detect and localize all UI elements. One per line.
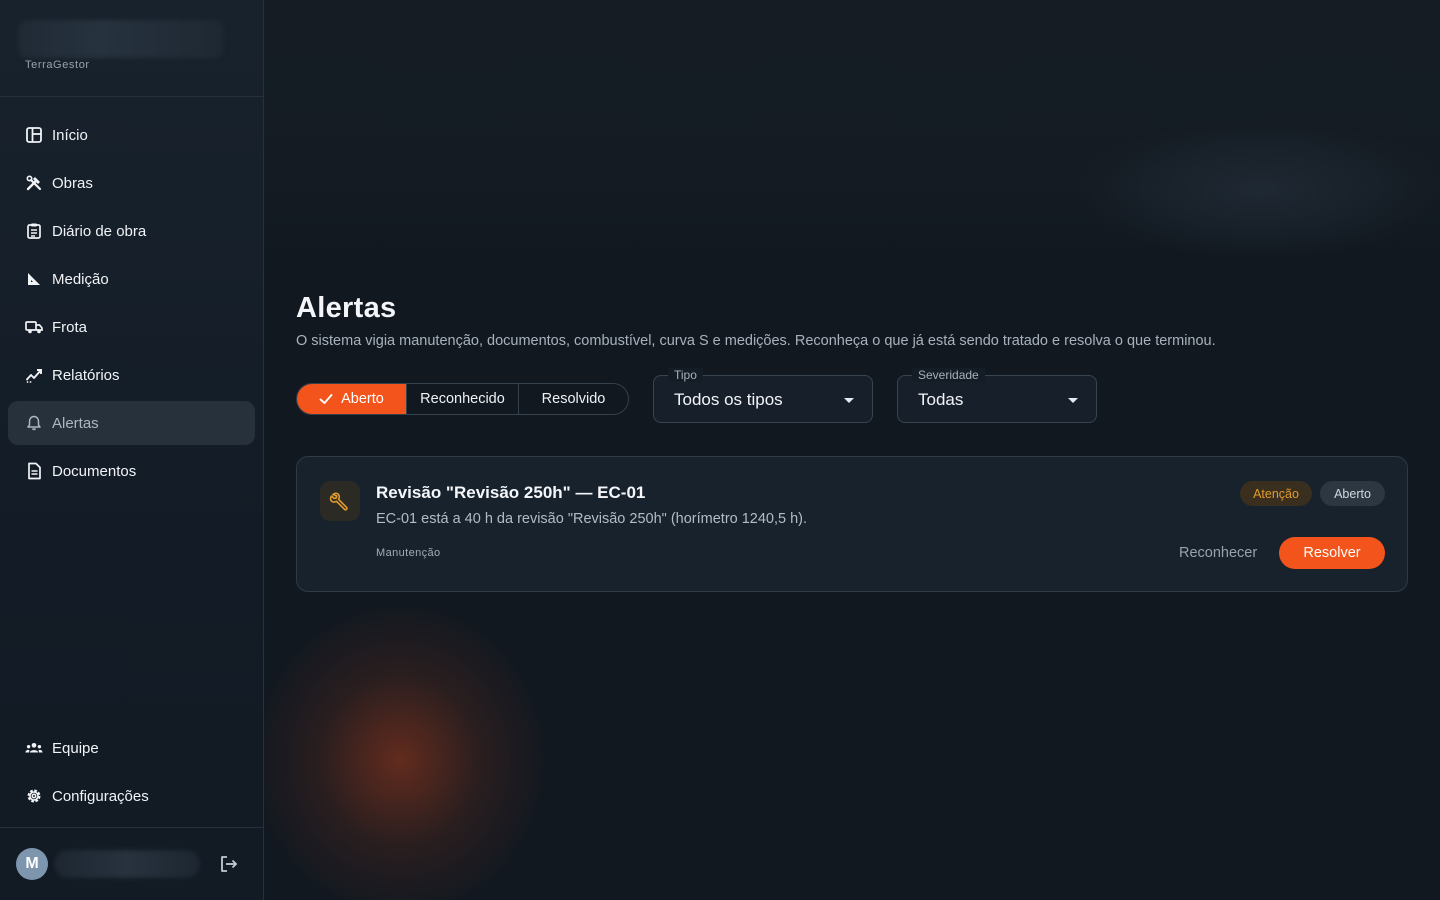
check-icon <box>319 394 333 404</box>
tipo-select[interactable]: Tipo Todos os tipos <box>653 368 873 423</box>
gear-icon <box>24 786 44 806</box>
team-icon <box>24 738 44 758</box>
sidebar-item-inicio[interactable]: Início <box>8 113 255 157</box>
alert-card: Revisão "Revisão 250h" — EC-01 EC-01 est… <box>296 456 1408 592</box>
sidebar-item-label: Alertas <box>52 414 99 432</box>
status-filter-toggle: Aberto Reconhecido Resolvido <box>296 383 629 415</box>
status-tab-resolvido[interactable]: Resolvido <box>519 384 628 414</box>
sidebar-nav: Início Obras Diário de obra Medição Frot… <box>0 97 263 493</box>
severidade-select-caption: Severidade <box>912 368 985 382</box>
page-title: Alertas <box>296 292 397 324</box>
status-tab-label: Resolvido <box>541 391 606 407</box>
sidebar-item-label: Medição <box>52 270 109 288</box>
logout-icon[interactable] <box>218 853 240 875</box>
sidebar-item-label: Configurações <box>52 787 149 805</box>
bell-icon <box>24 413 44 433</box>
avatar[interactable]: M <box>16 848 48 880</box>
caret-down-icon <box>1068 398 1078 403</box>
user-name-redacted <box>54 850 200 878</box>
right-backdrop-glow <box>1080 120 1440 260</box>
ruler-triangle-icon <box>24 269 44 289</box>
status-badge: Aberto <box>1320 481 1385 506</box>
status-tab-label: Reconhecido <box>420 391 505 407</box>
orange-backdrop-glow <box>250 600 550 900</box>
sidebar-item-label: Frota <box>52 318 88 336</box>
sidebar-item-relatorios[interactable]: Relatórios <box>8 353 255 397</box>
trend-chart-icon <box>24 365 44 385</box>
sidebar-bottom-nav: Equipe Configurações <box>0 726 264 822</box>
truck-icon <box>24 317 44 337</box>
page-description: O sistema vigia manutenção, documentos, … <box>296 333 1216 349</box>
user-bar: M <box>0 827 264 900</box>
sidebar-item-alertas[interactable]: Alertas <box>8 401 255 445</box>
sidebar-item-configuracoes[interactable]: Configurações <box>8 774 256 818</box>
resolve-button[interactable]: Resolver <box>1279 537 1385 569</box>
alert-title: Revisão "Revisão 250h" — EC-01 <box>376 483 646 502</box>
wrench-icon <box>320 481 360 521</box>
sidebar-item-frota[interactable]: Frota <box>8 305 255 349</box>
severidade-select-value: Todas <box>918 390 964 409</box>
sidebar: TerraGestor Início Obras Diário de obra … <box>0 0 264 900</box>
brand-subtitle: TerraGestor <box>25 59 90 71</box>
sidebar-item-label: Documentos <box>52 462 137 480</box>
alert-description: EC-01 está a 40 h da revisão "Revisão 25… <box>376 511 808 527</box>
severidade-select[interactable]: Severidade Todas <box>897 368 1097 423</box>
sidebar-item-label: Início <box>52 126 88 144</box>
sidebar-item-label: Diário de obra <box>52 222 147 240</box>
sidebar-item-obras[interactable]: Obras <box>8 161 255 205</box>
caret-down-icon <box>844 398 854 403</box>
sidebar-item-equipe[interactable]: Equipe <box>8 726 256 770</box>
brand-logo-redacted <box>18 20 224 58</box>
dashboard-icon <box>24 125 44 145</box>
status-tab-label: Aberto <box>341 391 384 407</box>
sidebar-item-label: Relatórios <box>52 366 120 384</box>
sidebar-item-label: Equipe <box>52 739 99 757</box>
top-backdrop <box>264 0 1440 260</box>
alert-category: Manutenção <box>376 547 441 559</box>
severity-badge: Atenção <box>1240 481 1312 506</box>
tipo-select-caption: Tipo <box>668 368 703 382</box>
sidebar-item-label: Obras <box>52 174 93 192</box>
status-tab-aberto[interactable]: Aberto <box>297 384 407 414</box>
brand: TerraGestor <box>0 0 263 97</box>
acknowledge-button[interactable]: Reconhecer <box>1179 545 1257 561</box>
document-icon <box>24 461 44 481</box>
clipboard-icon <box>24 221 44 241</box>
status-tab-reconhecido[interactable]: Reconhecido <box>407 384 519 414</box>
sidebar-item-diario-de-obra[interactable]: Diário de obra <box>8 209 255 253</box>
sidebar-item-medicao[interactable]: Medição <box>8 257 255 301</box>
tools-icon <box>24 173 44 193</box>
tipo-select-value: Todos os tipos <box>674 390 783 409</box>
sidebar-item-documentos[interactable]: Documentos <box>8 449 255 493</box>
